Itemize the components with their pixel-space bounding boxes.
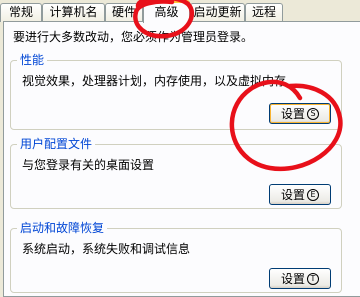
user-profiles-settings-accesskey: E: [307, 188, 319, 201]
tab-advanced[interactable]: 高级: [143, 0, 190, 23]
startup-recovery-settings-button[interactable]: 设置 T: [269, 268, 331, 289]
performance-settings-accesskey: S: [307, 107, 319, 120]
performance-group: 性能 视觉效果，处理器计划，内存使用，以及虚拟内存 设置 S: [10, 53, 342, 130]
admin-note: 要进行大多数改动，您必须作为管理员登录。: [13, 30, 254, 44]
user-profiles-group: 用户配置文件 与您登录有关的桌面设置 设置 E: [10, 137, 342, 209]
performance-description: 视觉效果，处理器计划，内存使用，以及虚拟内存: [22, 74, 287, 88]
user-profiles-settings-button[interactable]: 设置 E: [269, 184, 331, 205]
user-profiles-settings-label: 设置: [280, 188, 305, 202]
tab-remote[interactable]: 远程: [245, 3, 283, 22]
performance-settings-label: 设置: [280, 107, 305, 121]
startup-recovery-description: 系统启动，系统失败和调试信息: [22, 242, 191, 256]
tab-auto-update[interactable]: 启动更新: [190, 3, 245, 22]
user-profiles-legend: 用户配置文件: [17, 137, 96, 151]
startup-recovery-group: 启动和故障恢复 系统启动，系统失败和调试信息 设置 T: [10, 221, 342, 293]
tab-computer-name[interactable]: 计算机名: [42, 3, 105, 22]
tab-strip: 常规 计算机名 硬件 高级 启动更新 远程: [0, 0, 360, 23]
user-profiles-description: 与您登录有关的桌面设置: [22, 158, 155, 172]
startup-recovery-settings-label: 设置: [280, 272, 305, 286]
performance-legend: 性能: [17, 53, 48, 67]
tab-hardware[interactable]: 硬件: [105, 3, 143, 22]
startup-recovery-legend: 启动和故障恢复: [17, 221, 108, 235]
startup-recovery-settings-accesskey: T: [307, 272, 319, 285]
performance-settings-button[interactable]: 设置 S: [269, 103, 331, 124]
tab-general[interactable]: 常规: [0, 3, 42, 22]
